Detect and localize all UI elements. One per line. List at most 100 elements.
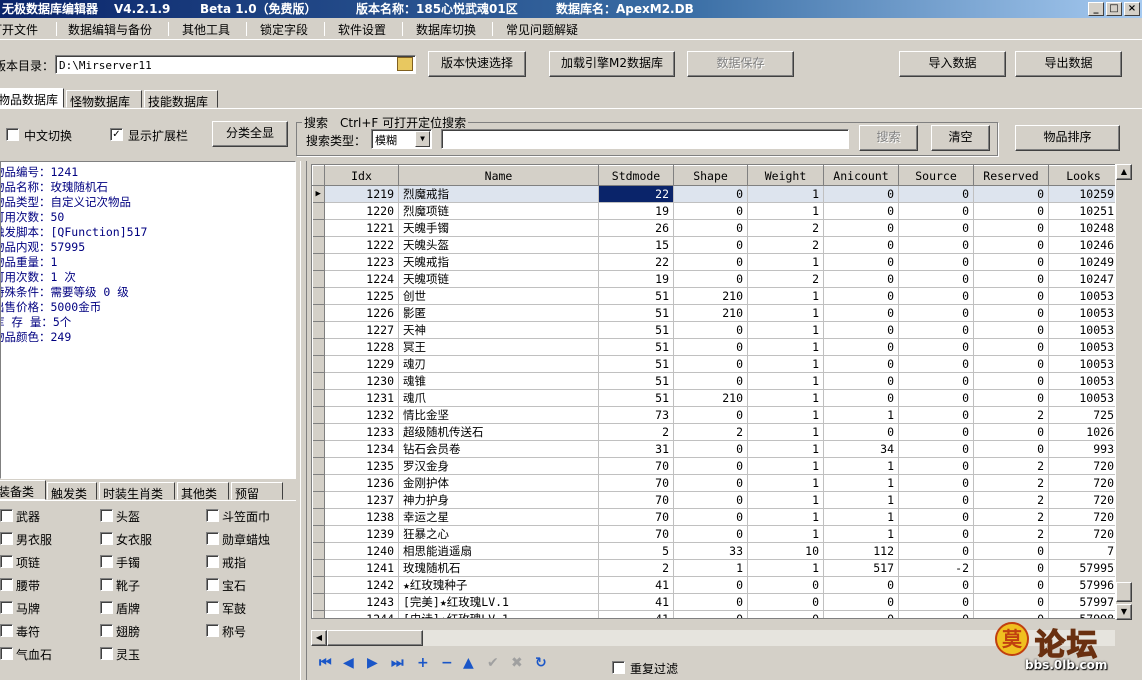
table-cell[interactable]: 10053 xyxy=(1048,304,1119,322)
table-cell[interactable]: 34 xyxy=(823,440,899,458)
table-cell[interactable]: 1026 xyxy=(1048,423,1119,441)
table-cell[interactable]: 10251 xyxy=(1048,202,1119,220)
edit-record-icon[interactable]: ▲ xyxy=(463,655,474,671)
table-cell[interactable]: 51 xyxy=(598,287,674,305)
table-cell[interactable]: 5 xyxy=(598,542,674,560)
table-cell[interactable]: 情比金坚 xyxy=(398,406,599,424)
table-cell[interactable]: 0 xyxy=(898,389,974,407)
table-cell[interactable]: 相思能逍遥扇 xyxy=(398,542,599,560)
table-cell[interactable]: 2 xyxy=(973,474,1049,492)
next-record-icon[interactable]: ▶ xyxy=(367,655,378,671)
table-row[interactable]: ▶ 1219 烈魔戒指 22 0 1 0 0 0 10259 xyxy=(312,185,1119,203)
row-indicator[interactable] xyxy=(312,219,325,237)
table-cell[interactable]: 0 xyxy=(673,372,748,390)
grid-vertical-scrollbar[interactable]: ▲ ▼ xyxy=(1115,164,1132,620)
show-ext-checkbox[interactable]: ✓ xyxy=(110,128,123,141)
row-indicator[interactable] xyxy=(312,491,325,509)
table-cell[interactable]: 0 xyxy=(973,593,1049,611)
table-cell[interactable]: 0 xyxy=(973,202,1049,220)
table-cell[interactable]: 0 xyxy=(673,525,748,543)
table-cell[interactable]: 魂刃 xyxy=(398,355,599,373)
row-indicator[interactable] xyxy=(312,525,325,543)
row-indicator[interactable] xyxy=(312,576,325,594)
table-cell[interactable]: 0 xyxy=(898,457,974,475)
category-checkbox[interactable] xyxy=(100,624,113,637)
cancel-record-icon[interactable]: ✖ xyxy=(511,655,523,671)
table-cell[interactable]: 70 xyxy=(598,525,674,543)
table-cell[interactable]: 1 xyxy=(747,304,824,322)
table-cell[interactable]: 0 xyxy=(973,219,1049,237)
table-cell[interactable]: 0 xyxy=(898,491,974,509)
table-cell[interactable]: 0 xyxy=(973,559,1049,577)
table-cell[interactable]: 1234 xyxy=(324,440,399,458)
column-header[interactable]: Idx xyxy=(324,165,399,186)
category-checkbox[interactable] xyxy=(0,647,13,660)
table-cell[interactable]: 19 xyxy=(598,270,674,288)
tab-trigger[interactable]: 触发类 xyxy=(47,482,97,501)
table-cell[interactable]: 1243 xyxy=(324,593,399,611)
table-cell[interactable]: 2 xyxy=(973,457,1049,475)
row-indicator[interactable] xyxy=(312,236,325,254)
table-cell[interactable]: 1240 xyxy=(324,542,399,560)
table-cell[interactable]: 0 xyxy=(673,185,748,203)
table-cell[interactable]: 0 xyxy=(823,423,899,441)
table-cell[interactable]: 2 xyxy=(973,406,1049,424)
table-cell[interactable]: 0 xyxy=(898,202,974,220)
menu-settings[interactable]: 软件设置 xyxy=(338,21,386,38)
row-indicator[interactable] xyxy=(312,253,325,271)
category-checkbox[interactable] xyxy=(0,555,13,568)
table-cell[interactable]: 1 xyxy=(823,508,899,526)
save-data-button[interactable]: 数据保存 xyxy=(687,51,794,77)
table-cell[interactable]: 10247 xyxy=(1048,270,1119,288)
table-cell[interactable]: 冥王 xyxy=(398,338,599,356)
table-cell[interactable]: 10053 xyxy=(1048,372,1119,390)
table-cell[interactable]: 玫瑰随机石 xyxy=(398,559,599,577)
table-cell[interactable]: 0 xyxy=(973,287,1049,305)
insert-record-icon[interactable]: + xyxy=(417,655,429,671)
table-cell[interactable]: 0 xyxy=(973,389,1049,407)
category-checkbox[interactable] xyxy=(100,601,113,614)
row-indicator[interactable] xyxy=(312,372,325,390)
category-checkbox[interactable] xyxy=(206,555,219,568)
table-cell[interactable]: 0 xyxy=(673,270,748,288)
table-cell[interactable]: 1223 xyxy=(324,253,399,271)
table-cell[interactable]: [史诗]★红玫瑰LV.1 xyxy=(398,610,599,618)
table-row[interactable]: 1244 [史诗]★红玫瑰LV.1 41 0 0 0 0 0 57998 xyxy=(312,610,1119,618)
category-checkbox[interactable] xyxy=(100,509,113,522)
table-cell[interactable]: 0 xyxy=(973,236,1049,254)
table-cell[interactable]: 0 xyxy=(823,576,899,594)
table-cell[interactable]: 0 xyxy=(973,338,1049,356)
table-cell[interactable]: 51 xyxy=(598,389,674,407)
table-cell[interactable]: 10246 xyxy=(1048,236,1119,254)
table-cell[interactable]: 22 xyxy=(598,253,674,271)
table-cell[interactable]: 0 xyxy=(823,355,899,373)
table-cell[interactable]: 0 xyxy=(673,508,748,526)
table-cell[interactable]: 0 xyxy=(898,542,974,560)
table-cell[interactable]: 10053 xyxy=(1048,338,1119,356)
table-cell[interactable]: 1224 xyxy=(324,270,399,288)
table-row[interactable]: 1228 冥王 51 0 1 0 0 0 10053 xyxy=(312,338,1119,356)
tab-skill-db[interactable]: 技能数据库 xyxy=(144,90,218,109)
table-row[interactable]: 1241 玫瑰随机石 2 1 1 517 -2 0 57995 xyxy=(312,559,1119,577)
table-cell[interactable]: 57995 xyxy=(1048,559,1119,577)
table-cell[interactable]: 0 xyxy=(673,440,748,458)
table-cell[interactable]: 1 xyxy=(823,457,899,475)
table-cell[interactable]: 41 xyxy=(598,610,674,618)
table-cell[interactable]: 51 xyxy=(598,355,674,373)
table-cell[interactable]: 1 xyxy=(747,355,824,373)
table-row[interactable]: 1236 金刚护体 70 0 1 1 0 2 720 xyxy=(312,474,1119,492)
table-cell[interactable]: 10 xyxy=(747,542,824,560)
table-cell[interactable]: ★红玫瑰种子 xyxy=(398,576,599,594)
table-cell[interactable]: 0 xyxy=(898,321,974,339)
table-cell[interactable]: 112 xyxy=(823,542,899,560)
classify-all-button[interactable]: 分类全显 xyxy=(212,121,288,147)
column-header[interactable]: Looks xyxy=(1048,165,1119,186)
table-row[interactable]: 1226 影匿 51 210 1 0 0 0 10053 xyxy=(312,304,1119,322)
table-cell[interactable]: 210 xyxy=(673,304,748,322)
table-cell[interactable]: 10248 xyxy=(1048,219,1119,237)
table-cell[interactable]: 0 xyxy=(673,406,748,424)
table-cell[interactable]: 1235 xyxy=(324,457,399,475)
table-cell[interactable]: 10053 xyxy=(1048,389,1119,407)
table-cell[interactable]: 0 xyxy=(673,236,748,254)
table-cell[interactable]: 7 xyxy=(1048,542,1119,560)
